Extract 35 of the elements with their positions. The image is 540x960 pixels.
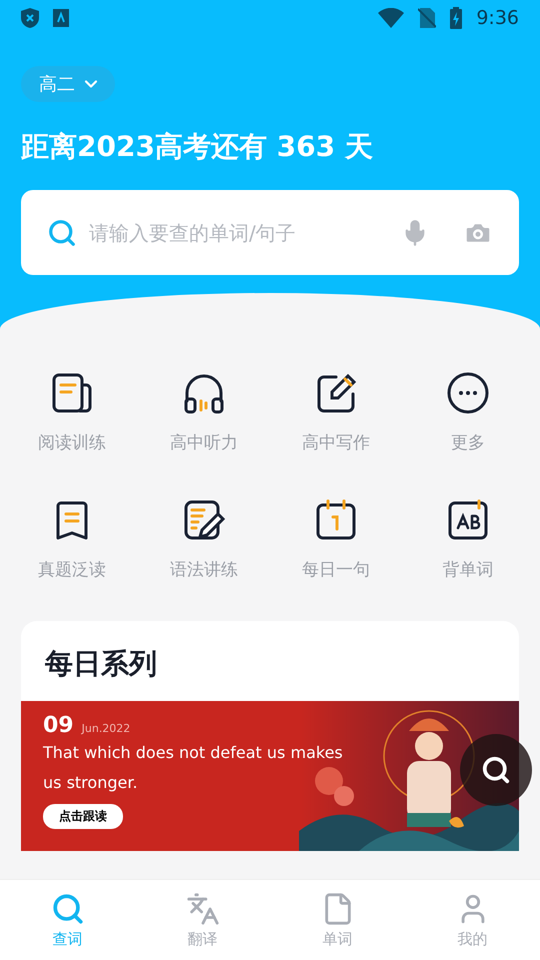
nav-tab[interactable]: 我的	[405, 880, 540, 960]
daily-quote: That which does not defeat us makes us stronger.	[43, 742, 344, 794]
translate-icon	[186, 892, 220, 926]
search-icon	[47, 218, 77, 248]
feature-shortcut[interactable]: 更多	[402, 371, 534, 454]
feature-shortcut[interactable]: 高中写作	[270, 371, 402, 454]
quote-day: 09	[43, 713, 74, 738]
grade-dropdown[interactable]: 高二	[21, 66, 115, 102]
feature-shortcut[interactable]: 阅读训练	[6, 371, 138, 454]
search-icon	[50, 892, 84, 926]
flashcard-icon	[446, 498, 490, 542]
quote-month-year: Jun.2022	[82, 722, 130, 735]
daily-quote-banner[interactable]: 09 Jun.2022 That which does not defeat us makes us stronger. 点击跟读	[21, 701, 519, 851]
feature-shortcut[interactable]: 每日一句	[270, 498, 402, 581]
feature-shortcut[interactable]: 高中听力	[138, 371, 270, 454]
more-icon	[446, 371, 490, 415]
calendar-icon	[314, 498, 358, 542]
nav-tab[interactable]: 查词	[0, 880, 135, 960]
feature-shortcut[interactable]: 背单词	[402, 498, 534, 581]
nav-tab[interactable]: 翻译	[135, 880, 270, 960]
read-along-button[interactable]: 点击跟读	[43, 804, 123, 829]
feature-shortcut[interactable]: 语法讲练	[138, 498, 270, 581]
wifi-icon	[378, 8, 404, 28]
battery-charging-icon	[450, 7, 462, 29]
feature-shortcut[interactable]: 真题泛读	[6, 498, 138, 581]
search-icon	[481, 755, 511, 785]
no-sim-icon	[418, 8, 436, 28]
status-time: 9:36	[476, 7, 519, 29]
card-title: 每日系列	[44, 646, 158, 682]
shield-icon	[21, 8, 39, 28]
keyboard-icon	[53, 9, 69, 27]
newspaper-icon	[50, 371, 94, 415]
nav-tab[interactable]: 单词	[270, 880, 405, 960]
exam-countdown: 距离2023高考还有 363 天	[21, 129, 374, 165]
notes-pencil-icon	[182, 498, 226, 542]
